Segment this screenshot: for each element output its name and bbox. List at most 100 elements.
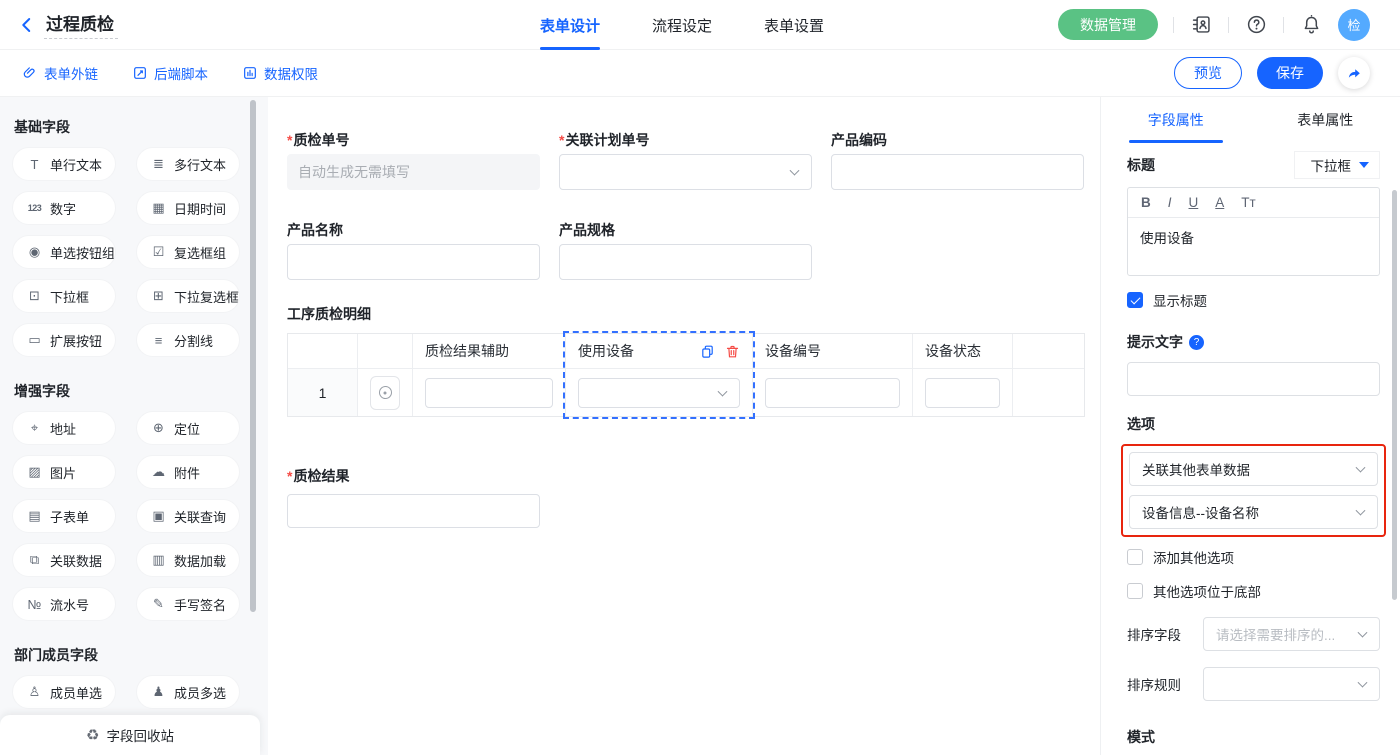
plan-no-select[interactable] (559, 154, 812, 190)
chevron-down-icon (1358, 678, 1368, 688)
image-icon: ▨ (26, 464, 43, 480)
sidebar-item-datetime[interactable]: ▦日期时间 (136, 191, 240, 225)
product-code-input[interactable] (831, 154, 1084, 190)
sidebar-item-data-load[interactable]: ▥数据加载 (136, 543, 240, 577)
preview-button[interactable]: 预览 (1174, 57, 1242, 89)
radio-icon: ◉ (26, 244, 43, 260)
subform-icon: ▤ (26, 508, 43, 524)
save-button[interactable]: 保存 (1257, 57, 1323, 89)
sort-rule-select[interactable] (1203, 667, 1380, 701)
tab-flow-setting[interactable]: 流程设定 (652, 0, 712, 50)
sidebar-item-relation-data[interactable]: ⧉关联数据 (12, 543, 116, 577)
sidebar-item-image[interactable]: ▨图片 (12, 455, 116, 489)
sidebar-item-location[interactable]: ⊕定位 (136, 411, 240, 445)
sidebar-item-member-multi[interactable]: ♟成员多选 (136, 675, 240, 709)
delete-column-icon[interactable] (725, 344, 740, 359)
backend-script-link[interactable]: 后端脚本 (132, 63, 208, 83)
tab-field-properties[interactable]: 字段属性 (1101, 97, 1251, 143)
form-external-link[interactable]: 表单外链 (22, 63, 98, 83)
sidebar-item-extend-button[interactable]: ▭扩展按钮 (12, 323, 116, 357)
field-label: 产品规格 (559, 220, 812, 240)
sidebar-item-member-single[interactable]: ♙成员单选 (12, 675, 116, 709)
italic-button[interactable]: I (1168, 195, 1172, 210)
copy-column-icon[interactable] (700, 344, 715, 359)
bold-button[interactable]: B (1141, 195, 1151, 210)
row-radio-button[interactable] (370, 376, 400, 410)
field-product-code[interactable]: 产品编码 (831, 130, 1084, 190)
sidebar-item-divider[interactable]: ≡分割线 (136, 323, 240, 357)
sidebar-item-checkbox-group[interactable]: ☑复选框组 (136, 235, 240, 269)
top-bar: 过程质检 表单设计 流程设定 表单设置 数据管理 (0, 0, 1400, 50)
tab-form-setting[interactable]: 表单设置 (764, 0, 824, 50)
col-header-device-no[interactable]: 设备编号 (753, 334, 913, 369)
sidebar-item-signature[interactable]: ✎手写签名 (136, 587, 240, 621)
option-field-select[interactable]: 设备信息--设备名称 (1129, 495, 1378, 529)
notification-bell-icon[interactable] (1299, 13, 1323, 37)
option-source-select[interactable]: 关联其他表单数据 (1129, 452, 1378, 486)
col-header-qc-assist[interactable]: 质检结果辅助 (413, 334, 566, 369)
field-product-spec[interactable]: 产品规格 (559, 220, 812, 280)
sidebar-item-multi-dropdown[interactable]: ⊞下拉复选框 (136, 279, 240, 313)
field-qc-no[interactable]: 质检单号 (287, 130, 540, 190)
share-button[interactable] (1338, 57, 1370, 89)
field-product-name[interactable]: 产品名称 (287, 220, 540, 280)
sidebar-item-subform[interactable]: ▤子表单 (12, 499, 116, 533)
form-canvas[interactable]: 质检单号 关联计划单号 产品编码 产品名称 产品规格 (268, 97, 1100, 755)
add-other-option-checkbox[interactable] (1127, 549, 1143, 565)
address-pin-icon: ⌖ (26, 420, 43, 436)
field-library-sidebar: 基础字段 T单行文本 ≣多行文本 123数字 ▦日期时间 ◉单选按钮组 ☑复选框… (0, 97, 268, 755)
sidebar-item-radio-group[interactable]: ◉单选按钮组 (12, 235, 116, 269)
serial-number-icon: № (26, 597, 43, 612)
field-type-select[interactable]: 下拉框 (1294, 151, 1381, 179)
panel-scrollbar[interactable] (1392, 190, 1397, 600)
tab-form-properties[interactable]: 表单属性 (1251, 97, 1400, 143)
qc-result-input[interactable] (287, 494, 540, 528)
show-title-checkbox[interactable] (1127, 292, 1143, 308)
col-header-device-used[interactable]: 使用设备 (566, 334, 753, 369)
font-size-button[interactable]: Tт (1241, 195, 1255, 210)
sidebar-item-attachment[interactable]: ☁附件 (136, 455, 240, 489)
col-header-extra (1013, 334, 1084, 369)
page-title[interactable]: 过程质检 (44, 10, 118, 39)
field-qc-result[interactable]: 质检结果 (287, 466, 540, 528)
device-used-select[interactable] (578, 378, 740, 408)
device-no-input[interactable] (765, 378, 900, 408)
chevron-down-icon (1356, 463, 1366, 473)
cloud-upload-icon: ☁ (150, 464, 167, 480)
hint-input[interactable] (1127, 362, 1380, 396)
product-name-input[interactable] (287, 244, 540, 280)
qc-no-input[interactable] (287, 154, 540, 190)
sidebar-item-serial-number[interactable]: №流水号 (12, 587, 116, 621)
underline-button[interactable]: U (1189, 195, 1199, 210)
dropdown-icon: ⊡ (26, 288, 43, 304)
back-icon[interactable] (18, 16, 36, 34)
contacts-icon[interactable] (1189, 13, 1213, 37)
font-color-button[interactable]: A (1215, 195, 1224, 210)
field-plan-no[interactable]: 关联计划单号 (559, 130, 812, 190)
sort-field-select[interactable]: 请选择需要排序的... (1203, 617, 1380, 651)
qc-assist-input[interactable] (425, 378, 553, 408)
sidebar-item-number[interactable]: 123数字 (12, 191, 116, 225)
title-editor-value[interactable]: 使用设备 (1128, 218, 1379, 275)
sidebar-item-dropdown[interactable]: ⊡下拉框 (12, 279, 116, 313)
tab-form-design[interactable]: 表单设计 (540, 0, 600, 50)
col-header-device-status[interactable]: 设备状态 (913, 334, 1013, 369)
data-manage-button[interactable]: 数据管理 (1058, 9, 1158, 40)
sidebar-item-address[interactable]: ⌖地址 (12, 411, 116, 445)
mode-label: 模式 (1127, 727, 1380, 747)
field-recycle-bin[interactable]: ♻ 字段回收站 (0, 715, 260, 755)
divider (1173, 17, 1174, 33)
data-permission-link[interactable]: 数据权限 (242, 63, 318, 83)
sidebar-item-single-line-text[interactable]: T单行文本 (12, 147, 116, 181)
sidebar-item-multi-line-text[interactable]: ≣多行文本 (136, 147, 240, 181)
device-status-input[interactable] (925, 378, 1000, 408)
row-action-cell (358, 369, 413, 416)
help-circle-icon[interactable]: ? (1189, 335, 1204, 350)
chevron-down-icon (718, 386, 728, 396)
avatar[interactable]: 检 (1338, 9, 1370, 41)
sidebar-scrollbar[interactable] (250, 100, 256, 612)
sidebar-item-relation-query[interactable]: ▣关联查询 (136, 499, 240, 533)
other-option-bottom-checkbox[interactable] (1127, 583, 1143, 599)
product-spec-input[interactable] (559, 244, 812, 280)
help-icon[interactable] (1244, 13, 1268, 37)
